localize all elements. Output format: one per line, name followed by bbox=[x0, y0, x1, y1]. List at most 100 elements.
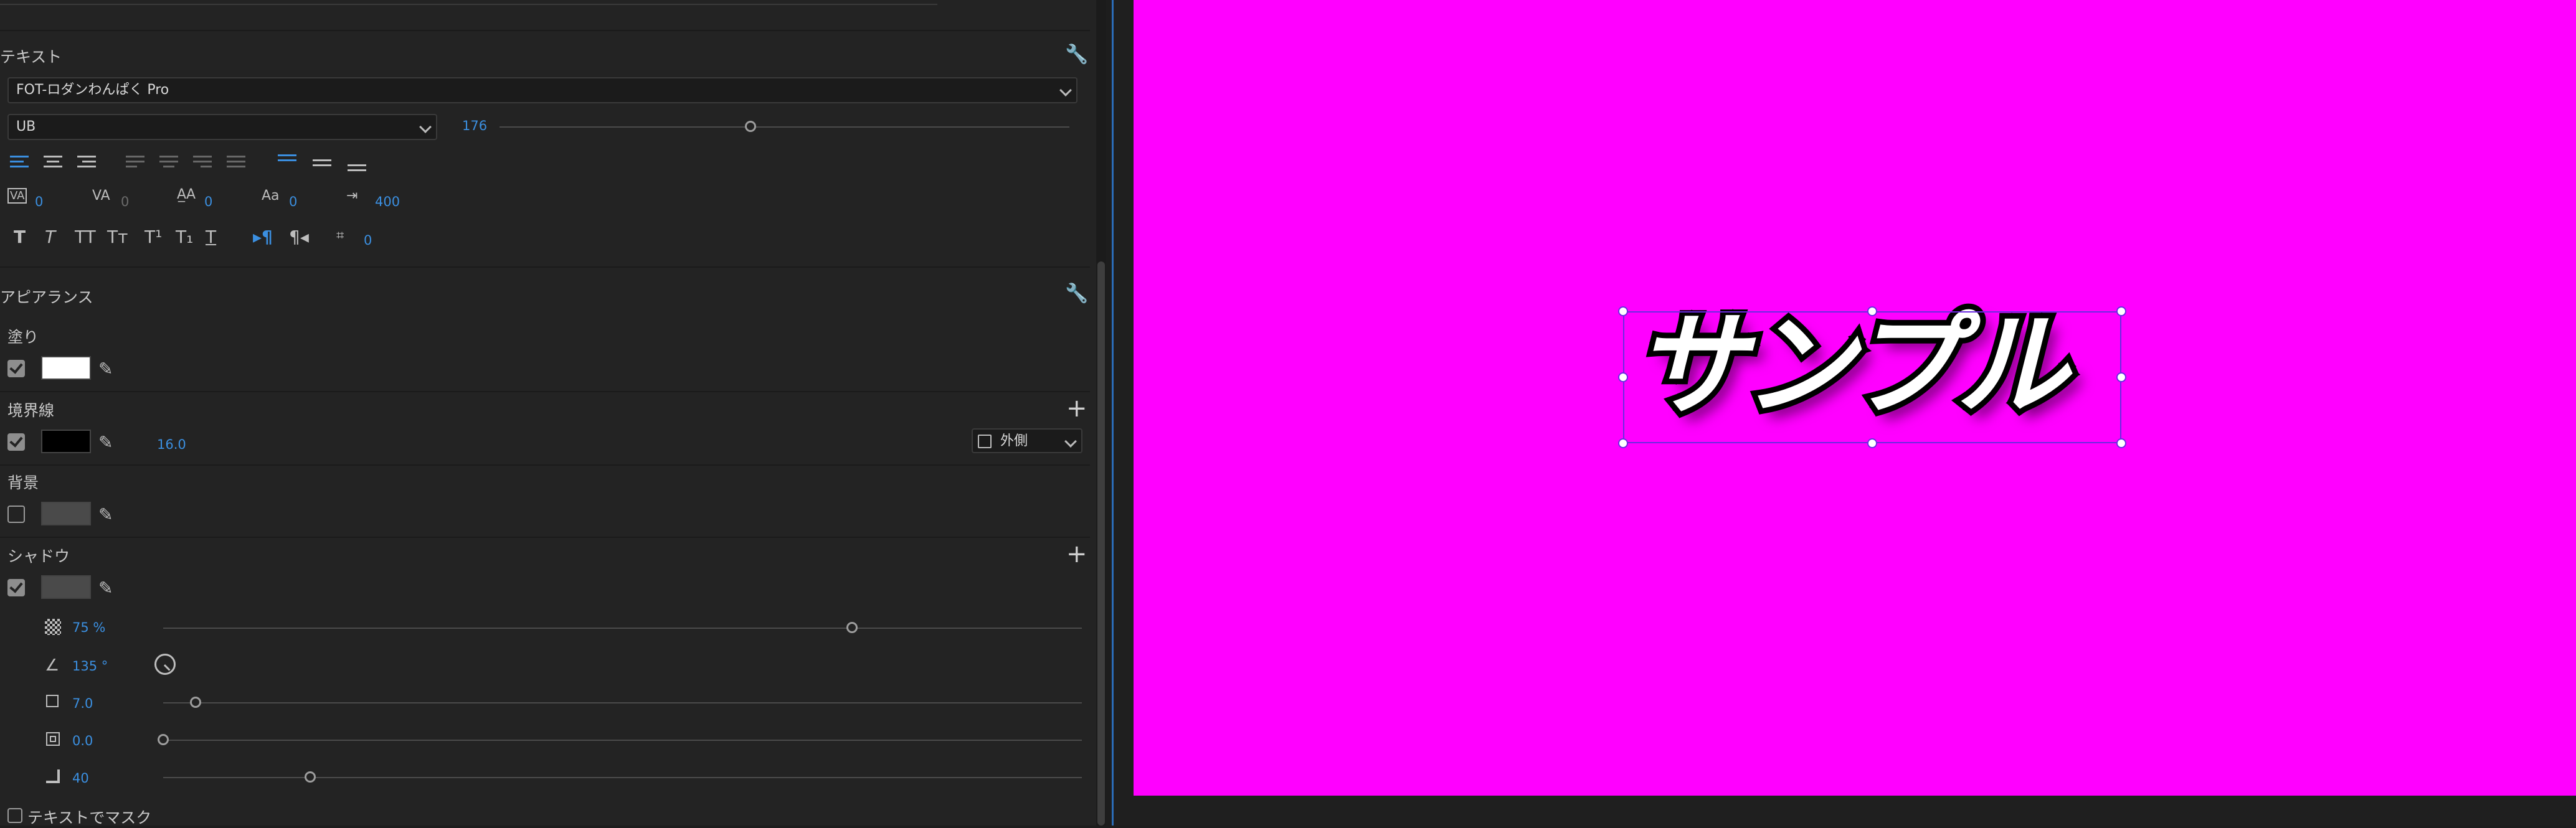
resize-handle-bottom[interactable] bbox=[1867, 438, 1877, 448]
stroke-position-value: 外側 bbox=[1000, 433, 1028, 449]
baseline-shift-value[interactable]: 0 bbox=[289, 194, 297, 209]
faux-italic-icon[interactable]: T bbox=[45, 227, 55, 247]
font-family-value: FOT-ロダンわんぱく Pro bbox=[16, 82, 169, 98]
background-checkbox[interactable] bbox=[7, 506, 25, 523]
fill-label: 塗り bbox=[7, 328, 39, 346]
shadow-size-value[interactable]: 0.0 bbox=[72, 733, 93, 748]
shadow-size-knob[interactable] bbox=[158, 734, 169, 745]
top-field-edge bbox=[0, 0, 937, 5]
tab-width-value[interactable]: 400 bbox=[375, 194, 400, 209]
underline-icon[interactable]: T bbox=[206, 227, 216, 247]
mask-with-text-checkbox[interactable] bbox=[7, 808, 22, 823]
fill-color-swatch[interactable] bbox=[41, 356, 91, 380]
distance-icon bbox=[46, 695, 59, 707]
font-size-value[interactable]: 176 bbox=[462, 118, 487, 133]
align-middle-icon[interactable] bbox=[313, 159, 331, 169]
shadow-blur-knob[interactable] bbox=[305, 771, 316, 783]
divider bbox=[0, 391, 1090, 392]
align-center-icon[interactable] bbox=[44, 156, 62, 171]
tracking-icon: VA bbox=[92, 188, 110, 204]
resize-handle-top-right[interactable] bbox=[2116, 306, 2126, 316]
eyedropper-icon[interactable]: ✎ bbox=[98, 578, 113, 598]
stroke-label: 境界線 bbox=[7, 402, 55, 420]
chevron-down-icon bbox=[1064, 435, 1077, 448]
align-bottom-icon[interactable] bbox=[348, 164, 366, 174]
resize-handle-left[interactable] bbox=[1618, 372, 1628, 382]
shadow-distance-value[interactable]: 7.0 bbox=[72, 696, 93, 711]
rtl-direction-icon[interactable]: ¶◂ bbox=[289, 227, 309, 247]
program-monitor: サンプル bbox=[1114, 0, 2576, 826]
divider bbox=[0, 537, 1090, 538]
ltr-direction-icon[interactable]: ▸¶ bbox=[253, 227, 273, 247]
stroke-width-value[interactable]: 16.0 bbox=[157, 437, 186, 452]
resize-handle-right[interactable] bbox=[2116, 372, 2126, 382]
shadow-checkbox[interactable] bbox=[7, 579, 25, 596]
angle-icon: ∠ bbox=[45, 656, 60, 675]
panel-scrollbar[interactable] bbox=[1096, 0, 1106, 826]
font-size-slider-track[interactable] bbox=[500, 126, 1069, 128]
wrench-icon[interactable]: 🔧 bbox=[1065, 44, 1088, 65]
appearance-section-header: アピアランス bbox=[0, 288, 93, 306]
tsume-value[interactable]: 0 bbox=[364, 233, 372, 248]
justify-right-icon[interactable] bbox=[193, 156, 212, 171]
faux-bold-icon[interactable]: T bbox=[14, 227, 26, 247]
all-caps-icon[interactable]: TT bbox=[75, 227, 96, 247]
add-shadow-button[interactable]: + bbox=[1066, 542, 1087, 567]
panel-scrollbar-thumb[interactable] bbox=[1097, 261, 1105, 826]
shadow-blur-value[interactable]: 40 bbox=[72, 771, 89, 786]
align-left-icon[interactable] bbox=[10, 156, 29, 171]
background-color-swatch[interactable] bbox=[41, 502, 91, 525]
text-section-header: テキスト bbox=[0, 48, 62, 66]
resize-handle-top[interactable] bbox=[1867, 306, 1877, 316]
add-stroke-button[interactable]: + bbox=[1066, 396, 1087, 421]
shadow-opacity-track[interactable] bbox=[163, 628, 1082, 629]
stroke-position-dropdown[interactable]: 外側 bbox=[972, 428, 1082, 453]
kerning-value[interactable]: 0 bbox=[35, 194, 43, 209]
wrench-icon[interactable]: 🔧 bbox=[1065, 283, 1088, 304]
font-size-slider-knob[interactable] bbox=[744, 121, 756, 132]
divider bbox=[0, 266, 1090, 268]
chevron-down-icon bbox=[419, 121, 432, 133]
divider bbox=[0, 30, 1090, 31]
shadow-opacity-value[interactable]: 75 % bbox=[72, 620, 105, 635]
shadow-distance-knob[interactable] bbox=[189, 697, 201, 708]
superscript-icon[interactable]: T¹ bbox=[144, 227, 162, 247]
shadow-size-track[interactable] bbox=[163, 740, 1082, 741]
tab-width-icon: ⇥ bbox=[346, 188, 358, 204]
font-style-dropdown[interactable]: UB bbox=[7, 114, 437, 140]
resize-handle-bottom-right[interactable] bbox=[2116, 438, 2126, 448]
align-top-icon[interactable] bbox=[278, 154, 296, 164]
leading-value[interactable]: 0 bbox=[204, 194, 212, 209]
justify-left-icon[interactable] bbox=[126, 156, 144, 171]
eyedropper-icon[interactable]: ✎ bbox=[98, 359, 113, 379]
shadow-opacity-knob[interactable] bbox=[846, 622, 858, 633]
kerning-icon: VA bbox=[7, 188, 27, 204]
justify-center-icon[interactable] bbox=[159, 156, 178, 171]
small-caps-icon[interactable]: Tт bbox=[107, 227, 128, 247]
tsume-icon: ⌗ bbox=[336, 228, 344, 243]
shadow-distance-track[interactable] bbox=[163, 702, 1082, 703]
stroke-color-swatch[interactable] bbox=[41, 430, 91, 453]
stroke-position-icon bbox=[978, 435, 992, 448]
resize-handle-bottom-left[interactable] bbox=[1618, 438, 1628, 448]
justify-all-icon[interactable] bbox=[227, 156, 245, 171]
shadow-angle-value[interactable]: 135 ° bbox=[72, 659, 108, 674]
mask-with-text-label: テキストでマスク bbox=[27, 809, 152, 827]
align-right-icon[interactable] bbox=[77, 156, 96, 171]
eyedropper-icon[interactable]: ✎ bbox=[98, 432, 113, 453]
angle-dial[interactable] bbox=[154, 654, 176, 675]
shadow-color-swatch[interactable] bbox=[41, 575, 91, 599]
shadow-label: シャドウ bbox=[7, 547, 70, 565]
shadow-blur-track[interactable] bbox=[163, 777, 1082, 778]
background-label: 背景 bbox=[7, 474, 39, 492]
stroke-checkbox[interactable] bbox=[7, 433, 25, 451]
font-family-dropdown[interactable]: FOT-ロダンわんぱく Pro bbox=[7, 77, 1077, 103]
subscript-icon[interactable]: T₁ bbox=[176, 227, 193, 247]
text-layer[interactable]: サンプル bbox=[1618, 298, 2126, 448]
baseline-shift-icon: Aa bbox=[262, 188, 280, 204]
tracking-value[interactable]: 0 bbox=[121, 194, 129, 209]
selection-bounding-box[interactable] bbox=[1623, 311, 2121, 443]
resize-handle-top-left[interactable] bbox=[1618, 306, 1628, 316]
fill-checkbox[interactable] bbox=[7, 360, 25, 377]
eyedropper-icon[interactable]: ✎ bbox=[98, 504, 113, 525]
